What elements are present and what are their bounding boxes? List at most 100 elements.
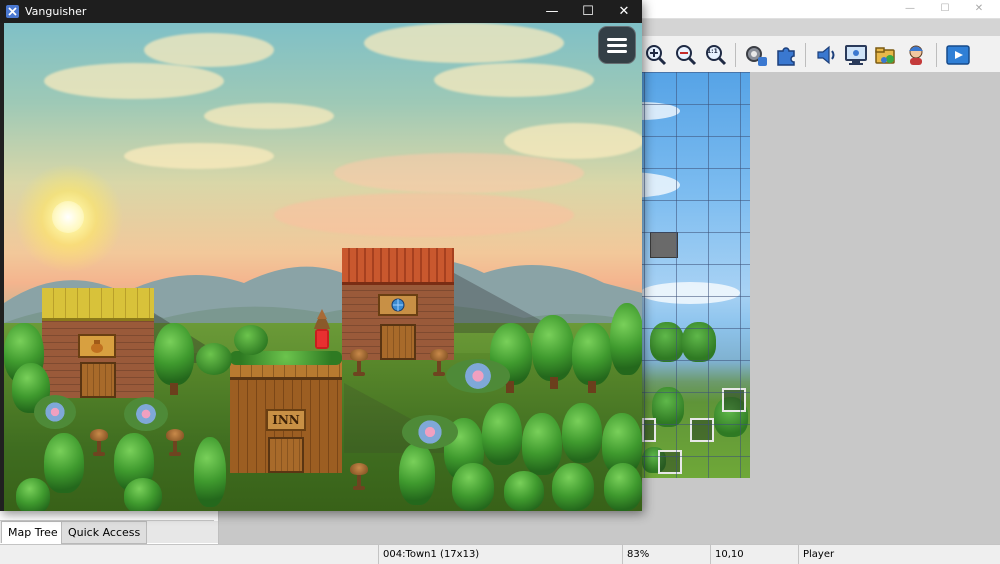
app-icon xyxy=(6,5,19,18)
yellow-roof-house xyxy=(42,288,154,398)
editor-minimize-button[interactable]: — xyxy=(895,2,925,16)
status-map-name: 004:Town1 (17x13) xyxy=(378,545,623,564)
tree xyxy=(572,323,612,385)
bush xyxy=(196,343,232,375)
map-event-marker[interactable] xyxy=(658,450,682,474)
map-grid-line xyxy=(708,72,709,478)
tree xyxy=(399,443,435,505)
playtest-button[interactable] xyxy=(946,43,970,67)
tree xyxy=(604,463,642,511)
sky-cloud xyxy=(204,103,334,129)
house-door[interactable] xyxy=(80,362,116,398)
tree xyxy=(532,315,574,381)
tree xyxy=(194,437,226,507)
flower-bush xyxy=(124,397,168,431)
character-generator-icon xyxy=(909,45,923,65)
plugin-manager-button[interactable] xyxy=(774,43,798,67)
tree xyxy=(482,403,522,465)
zoom-actual-size-icon xyxy=(706,45,727,66)
game-screen[interactable]: INN xyxy=(4,23,642,511)
resource-manager-icon xyxy=(875,47,895,64)
planter-urn xyxy=(166,429,184,457)
shop-sign xyxy=(378,294,418,316)
toolbar-separator xyxy=(805,43,806,67)
tree-trunk xyxy=(588,381,596,393)
event-searcher-button[interactable] xyxy=(844,43,868,67)
game-playtest-window: Vanguisher — ☐ ✕ INN xyxy=(0,0,642,511)
game-close-button[interactable]: ✕ xyxy=(606,0,642,23)
planter-urn xyxy=(350,463,368,491)
tree xyxy=(522,413,562,475)
planter-urn xyxy=(350,349,368,377)
left-panel-tabs: Map Tree Quick Access xyxy=(0,521,218,544)
zoom-actual-size-button[interactable]: 1:1 xyxy=(704,43,728,67)
house-roof xyxy=(42,288,154,321)
house-roof xyxy=(342,248,454,285)
sky-cloud xyxy=(334,153,584,193)
tab-map-tree[interactable]: Map Tree xyxy=(1,521,65,543)
tree xyxy=(562,403,602,463)
inn-sign-text: INN xyxy=(272,413,300,427)
pot-icon xyxy=(91,340,103,353)
game-window-title: Vanguisher xyxy=(25,5,87,18)
zoom-out-icon xyxy=(676,45,697,66)
planter-urn xyxy=(90,429,108,457)
tree xyxy=(16,478,50,511)
zoom-actual-size-label: 1:1 xyxy=(707,48,718,55)
game-minimize-button[interactable]: — xyxy=(534,0,570,23)
house-door[interactable] xyxy=(380,324,416,360)
inn-sign: INN xyxy=(266,409,306,431)
toolbar-separator xyxy=(735,43,736,67)
map-event-marker[interactable] xyxy=(650,232,678,258)
planter-urn xyxy=(430,349,448,377)
tree xyxy=(44,433,84,493)
game-window-titlebar[interactable]: Vanguisher — ☐ ✕ xyxy=(0,0,642,23)
zoom-in-icon xyxy=(646,45,667,66)
editor-maximize-button[interactable]: ☐ xyxy=(930,2,960,16)
tree xyxy=(452,463,494,511)
inn-building: INN xyxy=(230,361,342,473)
sky-cloud xyxy=(144,33,274,67)
sound-test-button[interactable] xyxy=(814,43,838,67)
tab-quick-access[interactable]: Quick Access xyxy=(61,521,148,544)
map-grid-line xyxy=(644,72,645,478)
sky-cloud xyxy=(434,63,594,97)
database-button[interactable] xyxy=(744,43,768,67)
plugin-manager-icon xyxy=(777,47,795,66)
tree xyxy=(124,478,162,511)
tree xyxy=(552,463,594,511)
playtest-icon xyxy=(946,45,970,65)
game-maximize-button[interactable]: ☐ xyxy=(570,0,606,23)
flower-bush xyxy=(446,359,510,393)
tree-trunk xyxy=(170,383,178,395)
zoom-out-button[interactable] xyxy=(674,43,698,67)
player-character[interactable] xyxy=(308,307,336,353)
map-grid-line xyxy=(740,72,741,478)
sound-test-icon xyxy=(817,45,835,65)
inn-door[interactable] xyxy=(268,437,304,473)
map-grid-line xyxy=(676,72,677,478)
tree xyxy=(154,323,194,385)
sky-cloud xyxy=(364,23,564,63)
bush xyxy=(234,325,268,355)
editor-status-bar: 004:Town1 (17x13) 83% 10,10 Player xyxy=(0,544,1000,564)
sky-cloud xyxy=(124,143,274,169)
character-generator-button[interactable] xyxy=(904,43,928,67)
tree xyxy=(610,303,642,375)
resource-manager-button[interactable] xyxy=(874,43,898,67)
game-menu-button[interactable] xyxy=(598,26,636,64)
status-coordinates: 10,10 xyxy=(710,545,799,564)
status-zoom: 83% xyxy=(622,545,711,564)
map-cloud xyxy=(640,282,740,304)
tree-trunk xyxy=(550,377,558,389)
sky-cloud xyxy=(504,123,642,159)
shop-sign xyxy=(78,334,116,358)
zoom-in-button[interactable] xyxy=(644,43,668,67)
status-mode: Player xyxy=(798,545,953,564)
flower-bush xyxy=(402,415,458,449)
flower-bush xyxy=(34,395,76,429)
toolbar-separator xyxy=(936,43,937,67)
map-event-marker[interactable] xyxy=(690,418,714,442)
event-searcher-icon xyxy=(845,45,867,65)
editor-close-button[interactable]: ✕ xyxy=(964,2,994,16)
